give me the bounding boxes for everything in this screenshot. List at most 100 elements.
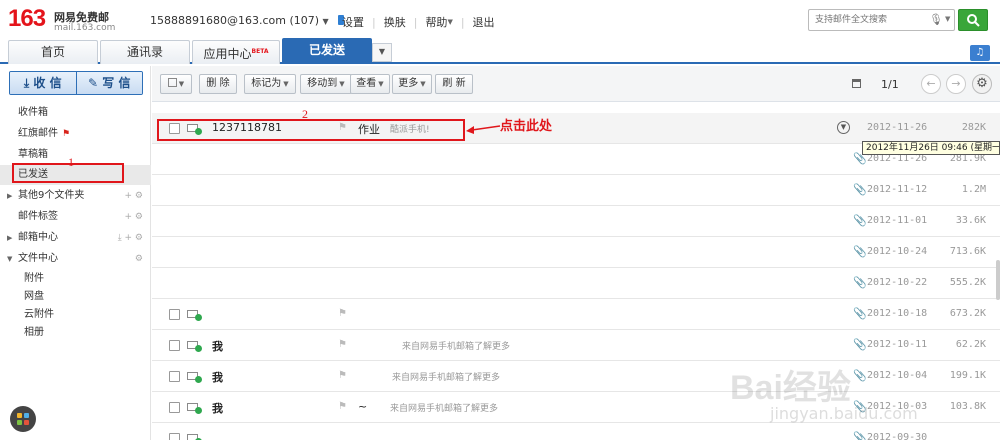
- chevron-down-icon[interactable]: ▼: [323, 17, 329, 26]
- sidebar-item-label: 红旗邮件: [18, 128, 58, 139]
- gear-icon[interactable]: ⚙: [135, 249, 143, 269]
- add-settings-icons[interactable]: + ⚙: [125, 207, 143, 227]
- file-center-attachments[interactable]: 附件: [24, 270, 44, 288]
- search-input[interactable]: [815, 13, 920, 27]
- row-checkbox[interactable]: [169, 340, 180, 351]
- logout-link[interactable]: 退出: [473, 14, 495, 30]
- red-flag-icon: ⚑: [62, 129, 71, 139]
- file-center-netdisk[interactable]: 网盘: [24, 288, 44, 306]
- row-recipient: 我: [212, 402, 223, 415]
- flag-icon[interactable]: ⚑: [338, 401, 347, 412]
- tab-home[interactable]: 首页: [8, 40, 98, 64]
- move-to-button[interactable]: 移动到 ▼: [300, 74, 352, 94]
- add-settings-icons[interactable]: + ⚙: [125, 186, 143, 206]
- sidebar-item-mail-center[interactable]: ▶ 邮箱中心 ⤓ + ⚙: [0, 228, 151, 248]
- flag-icon[interactable]: ⚑: [338, 339, 347, 350]
- divider: |: [372, 15, 376, 29]
- flag-icon[interactable]: ⚑: [338, 308, 347, 319]
- tab-sent[interactable]: 已发送: [282, 38, 372, 64]
- search-button[interactable]: [958, 9, 988, 31]
- account-address[interactable]: 15888891680@163.com (107): [150, 14, 319, 27]
- file-center-cloud-attachments[interactable]: 云附件: [24, 306, 54, 324]
- view-button[interactable]: 查看 ▼: [350, 74, 390, 94]
- email-row[interactable]: 📎 2012-09-30: [152, 423, 1000, 440]
- app-launcher-icon[interactable]: [10, 406, 36, 432]
- row-size: 199.1K: [949, 370, 986, 381]
- divider: |: [460, 15, 465, 29]
- delete-button[interactable]: 删 除: [199, 74, 237, 94]
- refresh-button[interactable]: 刷 新: [435, 74, 473, 94]
- annotation-click-here: 点击此处: [500, 119, 553, 134]
- download-add-settings-icons[interactable]: ⤓ + ⚙: [118, 228, 143, 248]
- prev-page-button[interactable]: ←: [921, 74, 941, 94]
- tab-label: 通讯录: [126, 45, 163, 59]
- sidebar-item-file-center[interactable]: ▼ 文件中心 ⚙: [0, 249, 151, 269]
- skin-link[interactable]: 换肤: [384, 14, 406, 30]
- sidebar-item-drafts[interactable]: 草稿箱: [0, 145, 151, 165]
- write-button[interactable]: ✎ 写 信: [75, 72, 142, 94]
- email-row[interactable]: 我 ⚑ 来自网易手机邮箱了解更多 📎 2012-10-04 199.1K: [152, 361, 1000, 392]
- logo[interactable]: 163 网易免费邮 mail.163.com: [8, 6, 118, 36]
- file-center-albums[interactable]: 相册: [24, 324, 44, 342]
- calendar-icon[interactable]: [852, 79, 861, 88]
- settings-button[interactable]: ⚙: [972, 74, 992, 94]
- music-icon[interactable]: ♫: [970, 45, 990, 61]
- sidebar-item-inbox[interactable]: 收件箱: [0, 103, 151, 123]
- row-checkbox[interactable]: [169, 402, 180, 413]
- account-menu[interactable]: 15888891680@163.com (107) ▼: [150, 14, 345, 27]
- email-row[interactable]: 📎 2012-11-12 1.2M: [152, 175, 1000, 206]
- email-row[interactable]: 📎 2012-11-01 33.6K: [152, 206, 1000, 237]
- email-row[interactable]: 我 ⚑ 来自网易手机邮箱了解更多 📎 2012-10-11 62.2K: [152, 330, 1000, 361]
- collapse-triangle-icon[interactable]: ▼: [7, 249, 12, 269]
- button-label: 刷 新: [442, 78, 466, 89]
- select-all-checkbox[interactable]: ▼: [160, 74, 192, 94]
- expand-triangle-icon[interactable]: ▶: [7, 186, 12, 206]
- sidebar-item-label: 其他9个文件夹: [18, 190, 85, 201]
- search-icon: [967, 14, 980, 27]
- email-row[interactable]: 📎 2012-10-22 555.2K: [152, 268, 1000, 299]
- mark-as-button[interactable]: 标记为 ▼: [244, 74, 296, 94]
- tab-contacts[interactable]: 通讯录: [100, 40, 190, 64]
- sidebar-item-labels[interactable]: 邮件标签 + ⚙: [0, 207, 151, 227]
- receive-button[interactable]: ⤓ 收 信: [10, 72, 76, 94]
- edit-icon: ✎: [88, 76, 103, 90]
- row-date: 2012-10-11: [867, 339, 928, 350]
- button-label: 查看: [356, 78, 377, 89]
- search-box[interactable]: 🎙 ▼: [808, 9, 955, 31]
- row-checkbox[interactable]: [169, 309, 180, 320]
- sidebar-item-label: 邮箱中心: [18, 232, 58, 243]
- button-label: 删 除: [206, 78, 230, 89]
- checkbox-icon: [167, 78, 177, 87]
- tab-app-center[interactable]: 应用中心BETA: [192, 40, 280, 64]
- sidebar-item-other-folders[interactable]: ▶ 其他9个文件夹 + ⚙: [0, 186, 151, 206]
- sidebar-item-flagged[interactable]: 红旗邮件 ⚑: [0, 124, 151, 144]
- row-date: 2012-11-01: [867, 215, 928, 226]
- sidebar-item-label: 收件箱: [18, 107, 48, 118]
- row-checkbox[interactable]: [169, 371, 180, 382]
- app-dot: [17, 413, 22, 418]
- button-label: 更多: [398, 78, 419, 89]
- row-menu-chevron-icon[interactable]: ▼: [837, 121, 850, 134]
- flag-icon[interactable]: ⚑: [338, 370, 347, 381]
- more-button[interactable]: 更多 ▼: [392, 74, 432, 94]
- help-link[interactable]: 帮助: [425, 14, 447, 30]
- date-tooltip: 2012年11月26日 09:46 (星期一): [862, 141, 1000, 155]
- arrow-left-icon: ←: [926, 77, 936, 90]
- row-size: 282K: [961, 122, 986, 133]
- row-size: 673.2K: [949, 308, 986, 319]
- expand-triangle-icon[interactable]: ▶: [7, 228, 12, 248]
- mic-icon[interactable]: 🎙: [929, 13, 943, 26]
- scrollbar[interactable]: [996, 260, 1000, 300]
- next-page-button[interactable]: →: [946, 74, 966, 94]
- chevron-down-icon[interactable]: ▼: [447, 18, 452, 26]
- email-row[interactable]: ⚑ 📎 2012-10-18 673.2K: [152, 299, 1000, 330]
- tab-label: 应用中心: [203, 47, 252, 61]
- chevron-down-icon[interactable]: ▼: [945, 15, 950, 23]
- email-row[interactable]: 📎 2012-10-24 713.6K: [152, 237, 1000, 268]
- chevron-down-icon: ▼: [378, 47, 386, 56]
- row-subject: ~: [358, 400, 368, 413]
- row-checkbox[interactable]: [169, 433, 180, 440]
- app-dot: [17, 420, 22, 425]
- settings-link[interactable]: 设置: [342, 14, 364, 30]
- tab-dropdown[interactable]: ▼: [372, 43, 392, 62]
